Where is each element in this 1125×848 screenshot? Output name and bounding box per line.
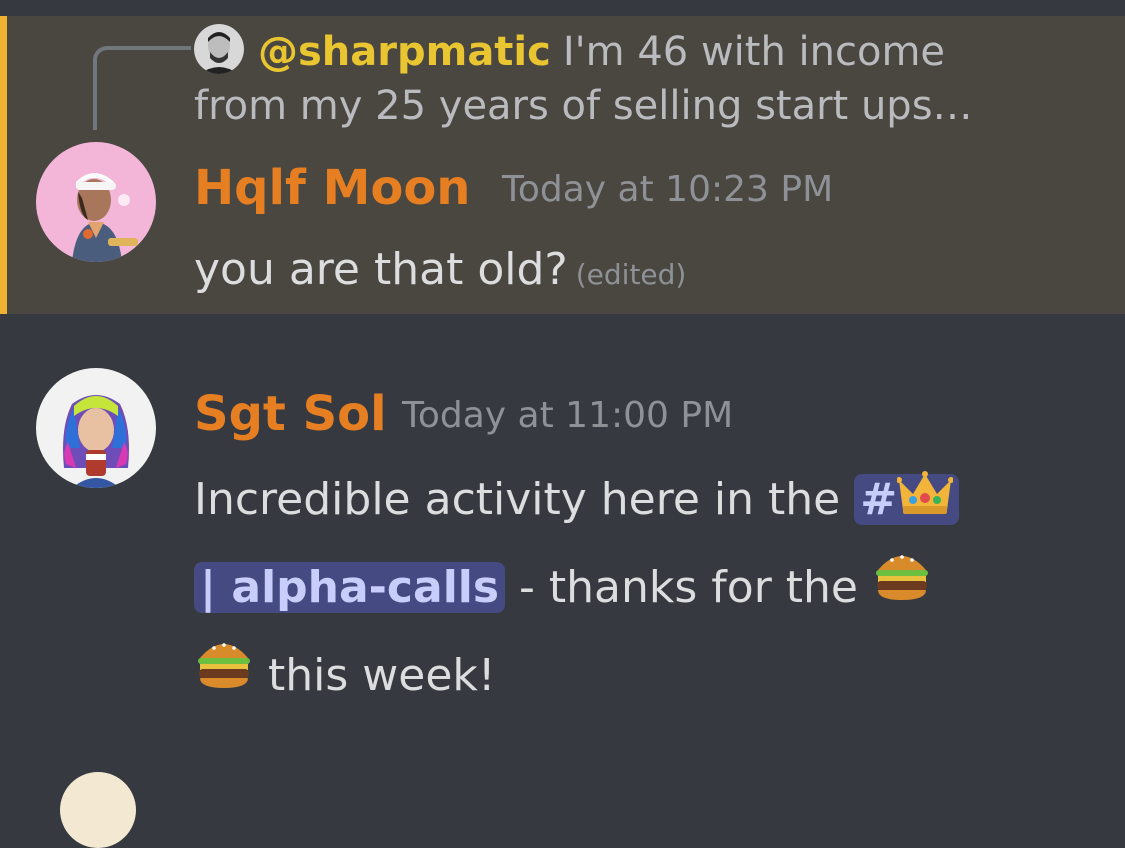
message-content-line1: Incredible activity here in the # [194,456,1094,546]
reply-spine [93,46,191,130]
reply-preview-line1[interactable]: @sharpmatic I'm 46 with income [194,26,1084,78]
message-text: - thanks for the [505,562,872,613]
author-name[interactable]: Hqlf Moon [194,158,470,218]
timestamp: Today at 11:00 PM [402,395,734,436]
reply-author[interactable]: @sharpmatic [258,29,551,75]
message-text: you are that old? [194,244,568,295]
hamburger-icon [194,634,254,722]
message-content-line3: this week! [194,632,496,722]
crown-icon [896,458,955,546]
mention-accent-bar [0,16,7,314]
hamburger-icon [872,546,932,634]
message-text: Incredible activity here in the [194,474,855,525]
channel-hash: # [860,474,898,525]
avatar-hqlf-moon[interactable] [36,142,156,262]
author-name[interactable]: Sgt Sol [194,384,387,444]
reply-preview-line2[interactable]: from my 25 years of selling start ups… [194,80,1084,132]
message-content: you are that old? (edited) [194,226,686,319]
channel-mention-part2[interactable]: | alpha-calls [194,562,506,613]
edited-label: (edited) [575,258,687,291]
reply-text-line1: I'm 46 with income [562,29,946,75]
message-text: this week! [254,650,496,701]
avatar-sgt-sol[interactable] [36,368,156,488]
avatar-next-user[interactable] [60,772,136,848]
channel-mention-part1[interactable]: # [854,471,960,525]
message-content-line2: | alpha-calls - thanks for the [194,544,932,634]
timestamp: Today at 10:23 PM [502,169,834,210]
